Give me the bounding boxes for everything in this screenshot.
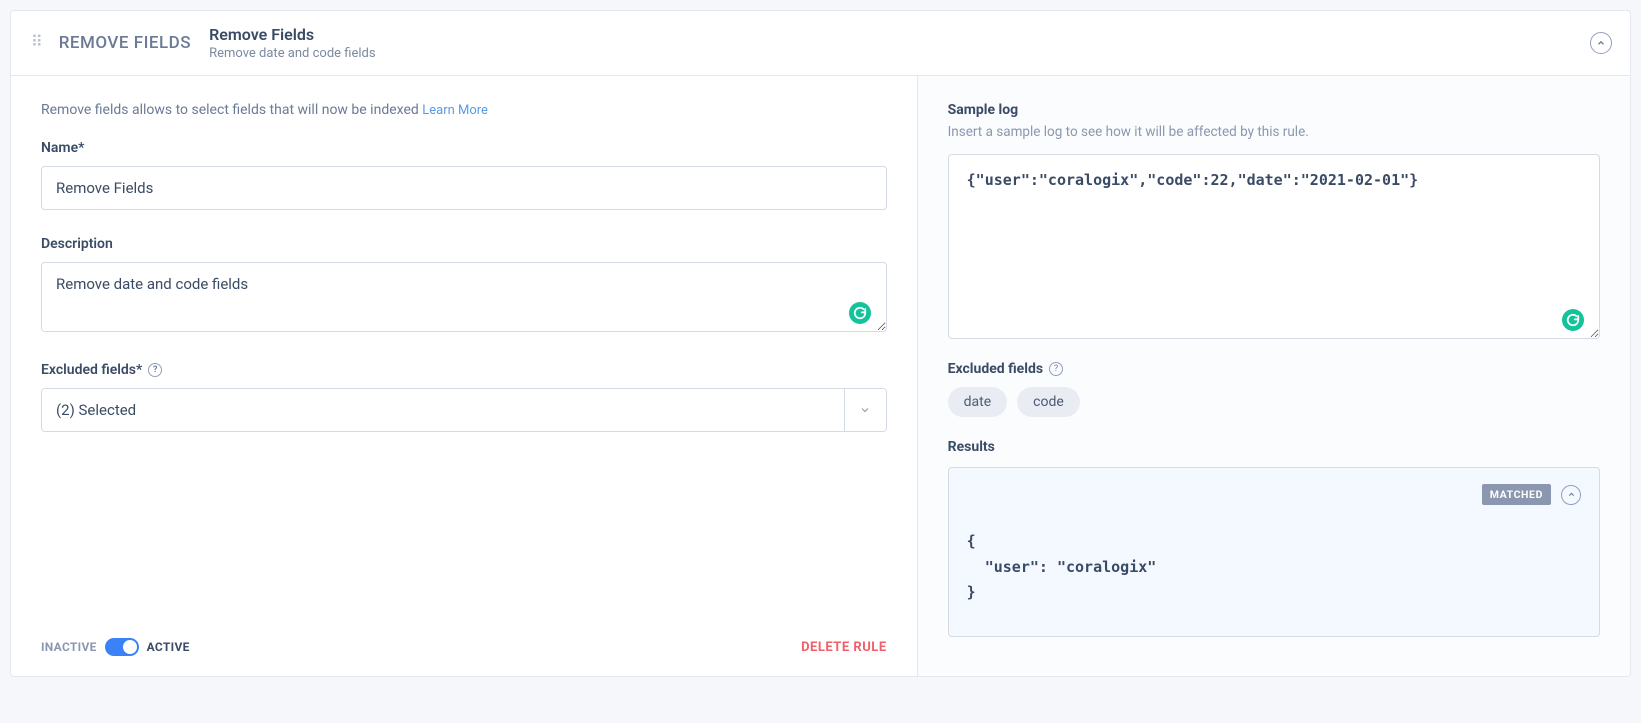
chip-date: date <box>948 387 1008 417</box>
name-label: Name* <box>41 140 887 156</box>
help-icon[interactable]: ? <box>148 363 162 377</box>
learn-more-link[interactable]: Learn More <box>422 103 488 118</box>
description-textarea[interactable] <box>41 262 887 332</box>
intro-text: Remove fields allows to select fields th… <box>41 102 887 118</box>
rule-type-label: REMOVE FIELDS <box>59 33 191 53</box>
name-field-group: Name* <box>41 140 887 210</box>
excluded-label: Excluded fields* ? <box>41 362 887 378</box>
chevron-up-icon <box>1596 38 1606 48</box>
chevron-up-icon <box>1567 490 1576 499</box>
excluded-select-value: (2) Selected <box>42 401 844 419</box>
drag-handle-icon[interactable]: ⠿ <box>31 39 45 48</box>
active-toggle[interactable] <box>105 638 139 656</box>
rule-title: Remove Fields <box>209 25 376 44</box>
results-title: Results <box>948 439 1600 455</box>
excluded-chips: date code <box>948 387 1600 417</box>
rule-card: ⠿ REMOVE FIELDS Remove Fields Remove dat… <box>10 10 1631 677</box>
sample-log-title: Sample log <box>948 102 1600 118</box>
excluded-fields-title: Excluded fields <box>948 361 1043 377</box>
results-box: MATCHED { "user": "coralogix" } <box>948 467 1600 637</box>
name-input[interactable] <box>41 166 887 210</box>
description-field-group: Description <box>41 236 887 336</box>
footer-row: INACTIVE ACTIVE DELETE RULE <box>41 638 887 656</box>
active-toggle-group: INACTIVE ACTIVE <box>41 638 190 656</box>
matched-badge: MATCHED <box>1482 484 1551 505</box>
left-panel: Remove fields allows to select fields th… <box>11 76 918 676</box>
active-label: ACTIVE <box>147 640 190 654</box>
inactive-label: INACTIVE <box>41 640 97 654</box>
card-header: ⠿ REMOVE FIELDS Remove Fields Remove dat… <box>11 11 1630 76</box>
results-code: { "user": "coralogix" } <box>967 529 1581 606</box>
chip-code: code <box>1017 387 1080 417</box>
sample-log-hint: Insert a sample log to see how it will b… <box>948 124 1600 140</box>
rule-subtitle: Remove date and code fields <box>209 46 376 61</box>
results-collapse-button[interactable] <box>1561 485 1581 505</box>
delete-rule-button[interactable]: DELETE RULE <box>801 640 887 655</box>
chevron-down-icon <box>844 389 886 431</box>
excluded-label-text: Excluded fields* <box>41 362 142 378</box>
card-body: Remove fields allows to select fields th… <box>11 76 1630 676</box>
rule-title-block: Remove Fields Remove date and code field… <box>209 25 376 61</box>
sample-log-textarea[interactable] <box>948 154 1600 339</box>
collapse-button[interactable] <box>1590 32 1612 54</box>
intro-text-content: Remove fields allows to select fields th… <box>41 102 422 118</box>
excluded-field-group: Excluded fields* ? (2) Selected <box>41 362 887 432</box>
right-panel: Sample log Insert a sample log to see ho… <box>918 76 1630 676</box>
help-icon[interactable]: ? <box>1049 362 1063 376</box>
description-label: Description <box>41 236 887 252</box>
excluded-select[interactable]: (2) Selected <box>41 388 887 432</box>
